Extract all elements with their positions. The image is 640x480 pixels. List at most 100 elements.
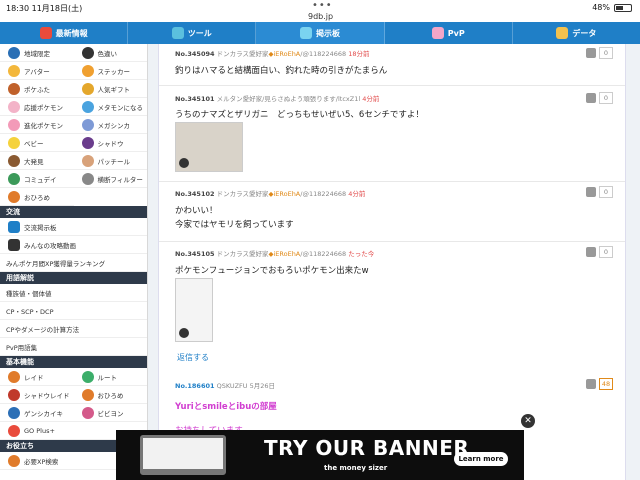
- showcase-icon: [8, 190, 20, 203]
- post-body: 釣りはハマると結構面白い、釣れた時の引きがたまらん: [175, 66, 388, 76]
- post-body: うちのナマズとザリガニ どっちもせいぜい5、6センチですよ！: [175, 110, 424, 120]
- pokemon-icon: [8, 100, 20, 113]
- tools-icon: [171, 27, 184, 39]
- goplus-icon: [8, 424, 20, 437]
- thumbs-up-icon: [586, 247, 596, 257]
- battery-icon: [614, 3, 632, 12]
- sidebar-item-pvp-terms[interactable]: PvP用語集: [0, 338, 147, 356]
- manhole-icon: [8, 82, 20, 95]
- learn-more-button[interactable]: Learn more: [454, 452, 508, 466]
- sidebar-grid-item[interactable]: ベビー: [0, 134, 74, 152]
- url-text[interactable]: 9db.jp: [308, 12, 333, 21]
- thread-panel: No.345094 ドンカラス愛好家◆iERoEhA/@118224668 18…: [158, 44, 626, 374]
- ditto-icon: [81, 100, 94, 113]
- primal-icon: [8, 406, 20, 419]
- sidebar-grid-item[interactable]: 色違い: [73, 44, 147, 62]
- like-button[interactable]: 0: [586, 186, 613, 198]
- calendar-icon: [39, 27, 52, 39]
- sidebar-grid-item[interactable]: 大発見: [0, 152, 74, 170]
- sidebar-grid-item[interactable]: コミュデイ: [0, 170, 74, 188]
- main-content: No.345094 ドンカラス愛好家◆iERoEhA/@118224668 18…: [148, 44, 640, 480]
- showcase-icon: [81, 388, 94, 401]
- post-meta: No.345094 ドンカラス愛好家◆iERoEhA/@118224668 18…: [175, 50, 370, 58]
- sidebar-item-cp[interactable]: CP・SCP・DCP: [0, 302, 147, 320]
- sidebar-item-vivillon[interactable]: ビビヨン: [73, 404, 147, 422]
- sidebar-grid-item[interactable]: 人気ギフト: [73, 80, 147, 98]
- nav-tools[interactable]: ツール: [128, 22, 257, 44]
- post-image[interactable]: [175, 278, 213, 342]
- sidebar-item-videos[interactable]: みんなの攻略動画: [0, 236, 147, 254]
- sidebar-grid-item[interactable]: パッチール: [73, 152, 147, 170]
- post-meta: No.345101 メルタン愛好家/見らさぬよう頑張ります/ltcxZ1l 4分…: [175, 95, 380, 103]
- sidebar-item-shadow-raid[interactable]: シャドウレイド: [0, 386, 74, 404]
- sidebar-item-xp-ranking[interactable]: みんポケ月間XP獲得量ランキング: [0, 254, 147, 272]
- sparkle-icon: [81, 46, 94, 59]
- chat-icon: [300, 27, 312, 39]
- avatar-icon: [8, 64, 20, 77]
- nav-board[interactable]: 掲示板: [256, 22, 385, 44]
- sidebar-item-calc[interactable]: CPやダメージの計算方法: [0, 320, 147, 338]
- sidebar-grid-item[interactable]: シャドウ: [73, 134, 147, 152]
- post-meta: No.345102 ドンカラス愛好家◆iERoEhA/@118224668 4分…: [175, 190, 366, 198]
- nav-data[interactable]: データ: [513, 22, 640, 44]
- sidebar: 地域限定 色違い アバター ステッカー ポケふた 人気ギフト 応援ポケモン メタモンになる 進化…: [0, 44, 148, 480]
- like-button[interactable]: 48: [586, 378, 613, 390]
- shadow-icon: [81, 136, 94, 149]
- xp-icon: [8, 454, 20, 467]
- board-icon: [8, 220, 20, 233]
- section-exchange: 交流: [0, 206, 147, 218]
- sidebar-item-goplus[interactable]: GO Plus+: [0, 422, 74, 440]
- reply-link[interactable]: 返信する: [177, 352, 209, 363]
- post-meta: No.345105 ドンカラス愛好家◆iERoEhA/@118224668 たっ…: [175, 250, 375, 258]
- sidebar-grid-item[interactable]: メガシンカ: [73, 116, 147, 134]
- sidebar-grid-item[interactable]: 横断フィルター: [73, 170, 147, 188]
- sidebar-item-route[interactable]: ルート: [73, 368, 147, 386]
- thread-title-link[interactable]: Yuriとsmileとibuの部屋: [175, 400, 277, 412]
- gift-icon: [81, 82, 94, 95]
- like-button[interactable]: 0: [586, 246, 613, 258]
- section-glossary: 用語解説: [0, 272, 147, 284]
- like-button[interactable]: 0: [586, 92, 613, 104]
- sidebar-item-primal[interactable]: ゲンシカイキ: [0, 404, 74, 422]
- nav-pvp[interactable]: PvP: [385, 22, 513, 44]
- more-dots-icon[interactable]: •••: [312, 0, 333, 11]
- shadow-raid-icon: [8, 388, 20, 401]
- sidebar-grid-item[interactable]: メタモンになる: [73, 98, 147, 116]
- sidebar-grid-item[interactable]: おひろめ: [0, 188, 74, 206]
- post-item: No.345105 ドンカラス愛好家◆iERoEhA/@118224668 たっ…: [159, 242, 625, 352]
- banner-ad[interactable]: TRY OUR BANNER the money sizer Learn mor…: [116, 430, 524, 480]
- zoom-icon[interactable]: [179, 158, 189, 168]
- nav-latest[interactable]: 最新情報: [0, 22, 129, 44]
- post-image[interactable]: [175, 122, 243, 172]
- like-button[interactable]: 0: [586, 47, 613, 59]
- status-bar: 18:30 11月18日(土) ••• 9db.jp 48%: [0, 0, 640, 22]
- zoom-icon[interactable]: [179, 328, 189, 338]
- sidebar-item-board[interactable]: 交流掲示板: [0, 218, 147, 236]
- banner-logo: the money sizer: [324, 464, 388, 472]
- globe-icon: [8, 46, 20, 59]
- thread-meta: No.186601 QSKUZFU 5月26日: [175, 382, 276, 390]
- sidebar-item-showcase[interactable]: おひろめ: [73, 386, 147, 404]
- sidebar-grid-item[interactable]: アバター: [0, 62, 74, 80]
- route-icon: [81, 370, 94, 383]
- sidebar-grid-item[interactable]: ステッカー: [73, 62, 147, 80]
- sidebar-grid-item[interactable]: 進化ポケモン: [0, 116, 74, 134]
- discovery-icon: [8, 154, 20, 167]
- baby-icon: [8, 136, 20, 149]
- pvp-icon: [431, 27, 444, 39]
- sidebar-item-raid[interactable]: レイド: [0, 368, 74, 386]
- sidebar-item-stats[interactable]: 種族値・個体値: [0, 284, 147, 302]
- status-time: 18:30 11月18日(土): [6, 4, 83, 13]
- thumbs-up-icon: [586, 379, 596, 389]
- video-icon: [8, 238, 20, 251]
- thumbs-up-icon: [586, 93, 596, 103]
- filter-icon: [81, 172, 94, 185]
- sidebar-grid-item[interactable]: ポケふた: [0, 80, 74, 98]
- community-icon: [8, 172, 20, 185]
- sidebar-grid-item[interactable]: 地域限定: [0, 44, 74, 62]
- close-icon[interactable]: ✕: [521, 414, 535, 428]
- evolve-icon: [8, 118, 20, 131]
- post-item: No.345101 メルタン愛好家/見らさぬよう頑張ります/ltcxZ1l 4分…: [159, 86, 625, 182]
- sidebar-grid-item[interactable]: 応援ポケモン: [0, 98, 74, 116]
- battery: 48%: [592, 3, 632, 12]
